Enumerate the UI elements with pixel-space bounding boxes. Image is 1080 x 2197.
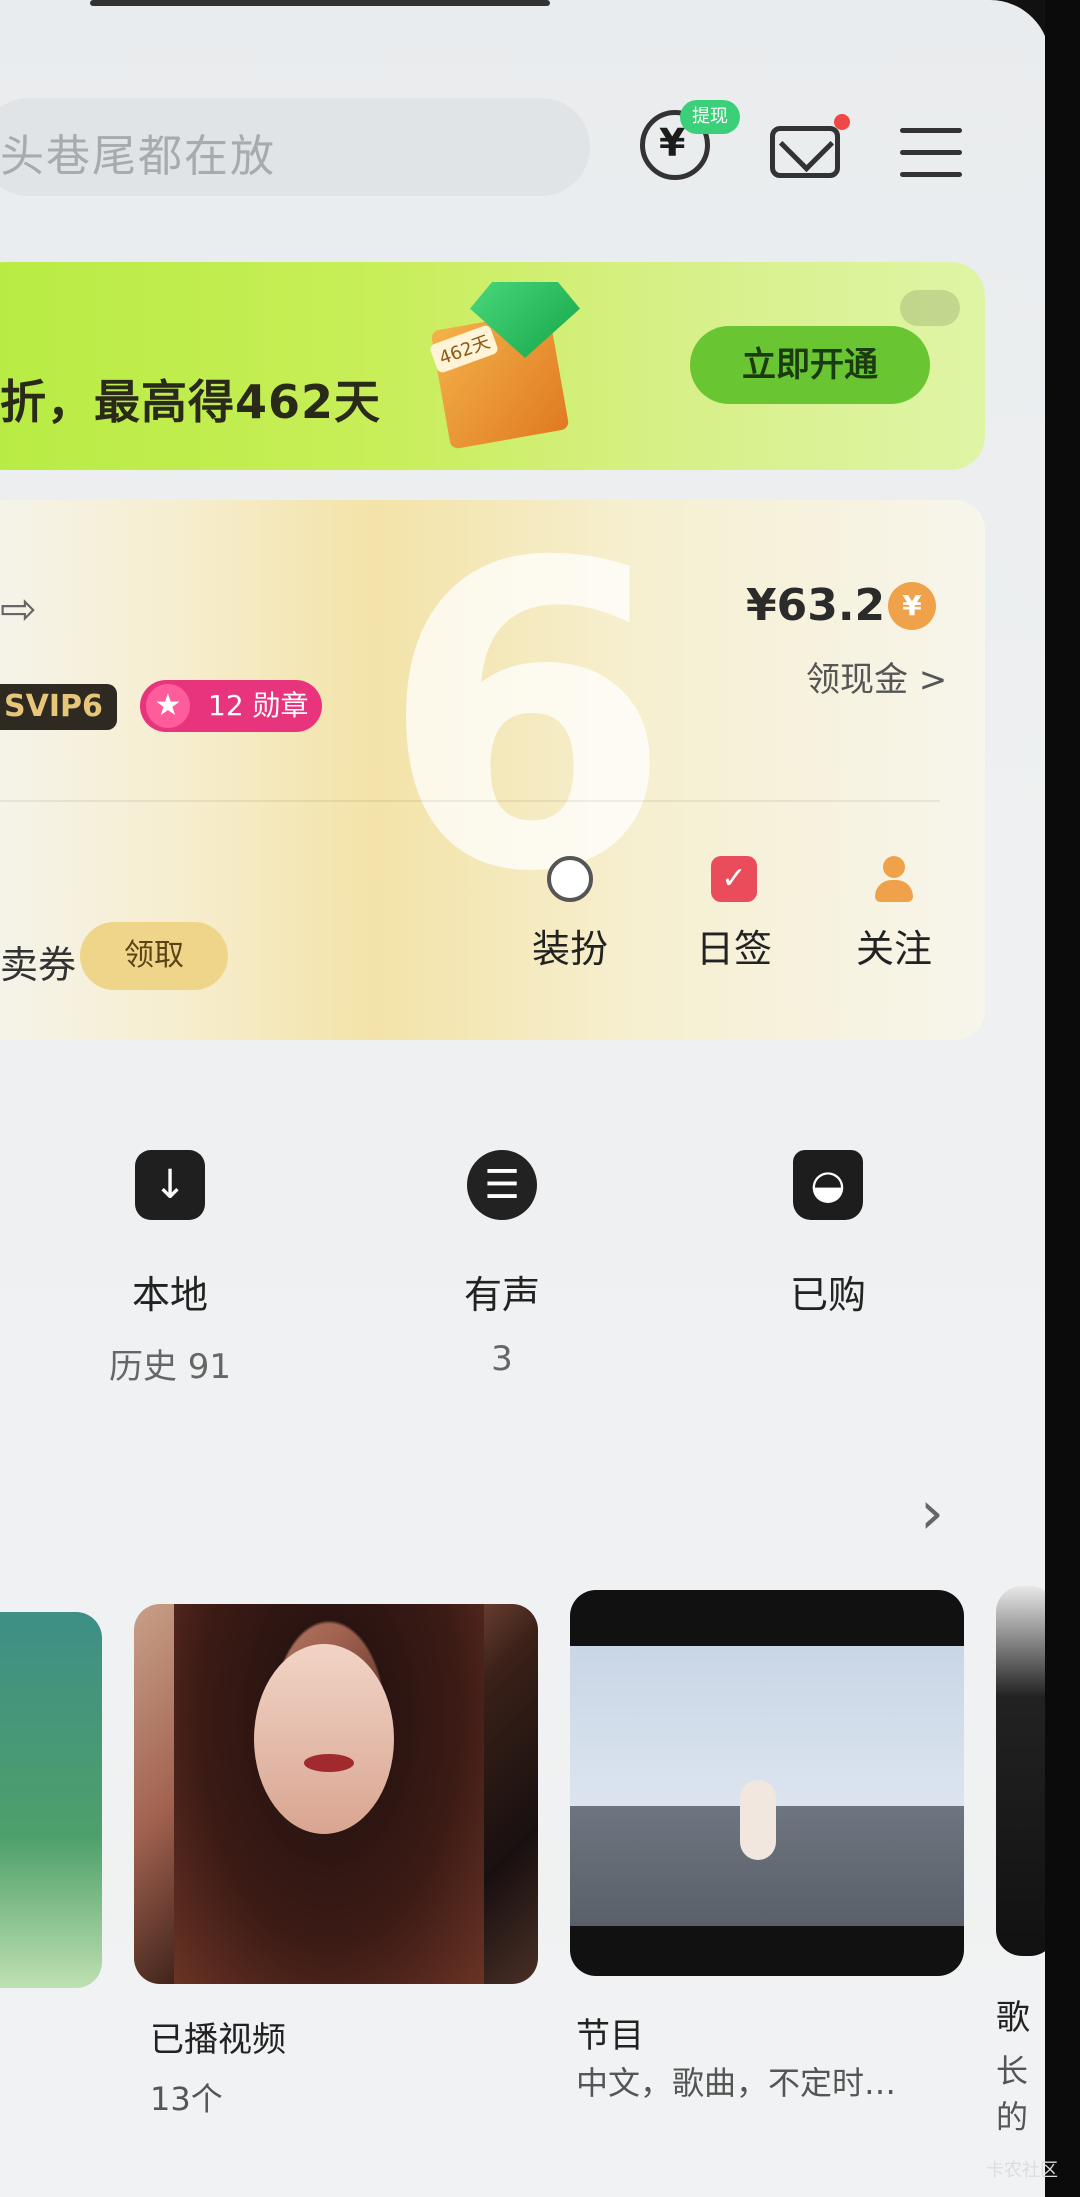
balance-amount[interactable]: ¥63.2	[746, 580, 885, 631]
tool-label: 本地	[131, 1273, 208, 1317]
tool-audio[interactable]: ☰ 有声 3	[422, 1150, 582, 1379]
card-thumbnail-program[interactable]	[570, 1590, 964, 1976]
card-sub: 13个	[150, 2080, 223, 2118]
card-title: 节目	[576, 2016, 644, 2056]
star-icon: ★	[146, 684, 190, 728]
chevron-right-icon[interactable]: ›	[920, 1478, 944, 1548]
top-edge	[90, 0, 550, 6]
tool-local[interactable]: ↓ 本地 历史 91	[90, 1150, 250, 1388]
card-sub: 长的	[996, 2052, 1029, 2136]
card-divider	[0, 800, 940, 802]
medal-text: 12 勋章	[208, 689, 309, 722]
card-title: 歌	[996, 1998, 1030, 2038]
quick-action-follow[interactable]: 关注	[834, 856, 954, 973]
vip-promo-text: 折，最高得462天	[0, 375, 382, 429]
card-thumbnail-song[interactable]	[996, 1586, 1050, 1956]
tool-purchased[interactable]: ◒ 已购	[748, 1150, 908, 1339]
check-icon: ✓	[711, 856, 757, 902]
switch-icon[interactable]: ⇨	[0, 584, 37, 635]
panda-icon	[547, 856, 593, 902]
cash-link[interactable]: 领现金 >	[806, 652, 947, 701]
tool-sub: 历史 91	[108, 1347, 232, 1387]
quick-action-label: 装扮	[531, 927, 608, 971]
device-bezel	[1045, 0, 1080, 2197]
watermark: 卡农社区	[986, 2160, 1058, 2181]
open-vip-button[interactable]: 立即开通	[690, 326, 930, 404]
svip-badge[interactable]: SVIP6	[0, 684, 117, 730]
quick-action-daily[interactable]: ✓ 日签	[674, 856, 794, 973]
wallet-badge: 提现	[680, 100, 740, 134]
bag-icon: ◒	[793, 1150, 863, 1220]
download-icon: ↓	[135, 1150, 205, 1220]
app-screen: 头巷尾都在放 ¥ 提现 折，最高得462天 462天 立即开通 6 ⇨ SVIP…	[0, 0, 1050, 2197]
quick-action-label: 日签	[695, 927, 772, 971]
card-sub: 中文，歌曲，不定时…	[576, 2064, 897, 2102]
user-add-icon	[871, 856, 917, 902]
card-thumbnail-video[interactable]	[134, 1604, 538, 1984]
quick-action-dressup[interactable]: 装扮	[510, 856, 630, 973]
quick-action-label: 关注	[855, 927, 932, 971]
tool-label: 有声	[463, 1273, 540, 1317]
coupon-label: 卖券	[0, 943, 77, 987]
tool-label: 已购	[789, 1273, 866, 1317]
claim-coupon-button[interactable]: 领取	[80, 922, 228, 990]
search-input[interactable]: 头巷尾都在放	[0, 98, 590, 196]
search-placeholder: 头巷尾都在放	[0, 131, 276, 182]
headphones-icon: ☰	[467, 1150, 537, 1220]
unread-dot	[834, 114, 850, 130]
banner-close-button[interactable]	[900, 290, 960, 326]
menu-icon[interactable]	[900, 128, 962, 180]
coin-icon: ¥	[888, 582, 936, 630]
card-thumbnail[interactable]	[0, 1612, 102, 1988]
medal-badge[interactable]: ★ 12 勋章	[140, 680, 322, 732]
card-title: 已播视频	[150, 2020, 286, 2060]
mail-icon[interactable]	[770, 126, 840, 178]
tool-sub: 3	[491, 1339, 513, 1379]
